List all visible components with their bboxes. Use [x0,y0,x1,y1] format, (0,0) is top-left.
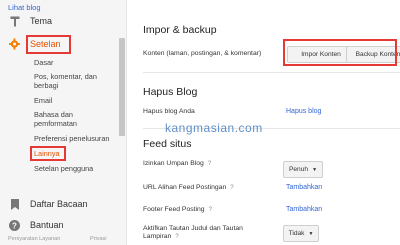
feed-footer-label-text: Footer Feed Posting [143,206,205,213]
sidebar-item-settings[interactable]: Setelan [0,36,118,52]
sidebar-sub-other[interactable]: Lainnya [34,149,114,158]
sidebar-sub-search-preferences[interactable]: Preferensi penelusuran [34,134,114,143]
gear-icon [9,38,20,50]
sidebar-scrollbar[interactable] [119,38,125,136]
sidebar-sub-basic[interactable]: Dasar [34,58,114,67]
sidebar: Lihat blog Tema Setelan Dasar Pos, komen… [0,0,127,245]
sidebar-item-label: Setelan [30,39,61,49]
sidebar-sub-email[interactable]: Email [34,96,114,105]
feed-footer-add-link[interactable]: Tambahkan [286,206,322,213]
help-icon: ? [9,219,20,231]
section-title-import-backup: Impor & backup [143,24,217,36]
enclosure-links-label: Aktifkan Tautan Judul dan Tautan Lampira… [143,225,263,241]
import-content-button[interactable]: Impor Konten [287,46,355,63]
section-title-delete-blog: Hapus Blog [143,86,198,98]
redirect-feed-label: URL Alihan Feed Postingan? [143,184,234,192]
bookmark-icon [9,198,20,210]
sidebar-item-reading-list[interactable]: Daftar Bacaan [0,196,118,212]
chevron-down-icon: ▼ [312,166,318,173]
content-label: Konten (laman, postingan, & komentar) [143,50,262,57]
sidebar-item-help[interactable]: ? Bantuan [0,217,118,233]
view-blog-link[interactable]: Lihat blog [8,3,41,12]
terms-link[interactable]: Persyaratan Layanan [8,236,60,242]
enclosure-links-label-text: Aktifkan Tautan Judul dan Tautan Lampira… [143,225,243,240]
feed-footer-label: Footer Feed Posting? [143,206,212,214]
sidebar-item-label: Bantuan [30,220,64,230]
allow-feed-select[interactable]: Penuh ▼ [283,161,323,178]
help-icon[interactable]: ? [230,184,233,192]
allow-feed-label: Izinkan Umpan Blog? [143,160,211,168]
enclosure-links-value: Tidak [288,230,305,237]
chevron-down-icon: ▼ [308,230,314,237]
svg-text:?: ? [12,221,17,230]
sidebar-item-label: Daftar Bacaan [30,199,88,209]
redirect-add-link[interactable]: Tambahkan [286,184,322,191]
allow-feed-label-text: Izinkan Umpan Blog [143,160,204,167]
section-divider [143,72,400,73]
sidebar-item-theme[interactable]: Tema [0,13,118,29]
sidebar-sub-user-settings[interactable]: Setelan pengguna [34,164,114,173]
help-icon[interactable]: ? [175,233,178,241]
theme-icon [9,16,20,27]
delete-blog-label: Hapus blog Anda [143,108,195,115]
backup-content-button[interactable]: Backup Konten [346,46,400,63]
help-icon[interactable]: ? [209,206,212,214]
delete-blog-link[interactable]: Hapus blog [286,108,321,115]
sidebar-sub-language-formatting[interactable]: Bahasa dan pemformatan [34,110,114,128]
allow-feed-value: Penuh [288,166,309,173]
sidebar-item-label: Tema [30,16,53,26]
privacy-link[interactable]: Privasi [90,236,107,242]
help-icon[interactable]: ? [208,160,211,168]
redirect-feed-label-text: URL Alihan Feed Postingan [143,184,227,191]
enclosure-links-select[interactable]: Tidak ▼ [283,225,319,242]
sidebar-sub-posts-comments-sharing[interactable]: Pos, komentar, dan berbagi [34,72,114,90]
watermark: kangmasian.com [165,121,263,135]
section-title-site-feed: Feed situs [143,138,192,150]
